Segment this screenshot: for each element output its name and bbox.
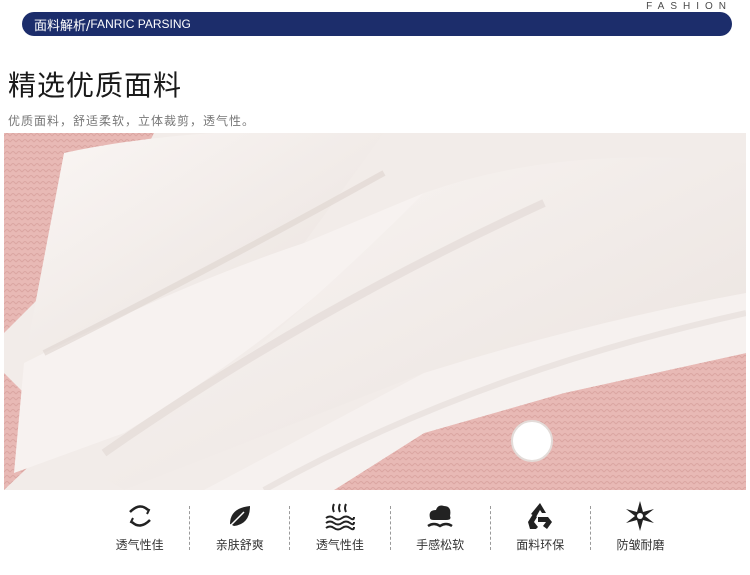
recycle-icon bbox=[528, 503, 553, 529]
star-burst-icon bbox=[626, 501, 655, 531]
wind-swirl-icon bbox=[128, 505, 151, 527]
feature-label: 防皱耐磨 bbox=[616, 538, 665, 552]
steam-waves-icon bbox=[325, 503, 355, 531]
banner-title-en: FANRIC PARSING bbox=[90, 17, 191, 31]
fabric-photo bbox=[4, 133, 746, 490]
feature-label: 手感松软 bbox=[416, 538, 465, 552]
feature-item: 透气性佳 bbox=[90, 500, 189, 553]
page-subtitle: 优质面料，舒适柔软，立体裁剪，透气性。 bbox=[8, 114, 256, 128]
page-title: 精选优质面料 bbox=[8, 69, 183, 102]
leaf-icon bbox=[229, 506, 250, 527]
feature-item: 防皱耐磨 bbox=[591, 500, 690, 553]
cloud-hand-icon bbox=[427, 505, 453, 528]
feature-item: 手感松软 bbox=[391, 500, 490, 553]
feature-label: 亲肤舒爽 bbox=[215, 538, 264, 552]
feature-label: 透气性佳 bbox=[115, 538, 164, 552]
banner-title-cn: 面料解析/ bbox=[34, 18, 91, 34]
feature-list: 透气性佳 亲肤舒爽 透气性佳 手感松软 面料环保 防皱耐磨 bbox=[90, 500, 690, 560]
feature-item: 亲肤舒爽 bbox=[190, 500, 289, 553]
feature-label: 面料环保 bbox=[516, 538, 565, 552]
feature-item: 透气性佳 bbox=[290, 500, 389, 553]
section-banner: 面料解析/ FANRIC PARSING bbox=[22, 12, 732, 36]
feature-item: 面料环保 bbox=[491, 500, 590, 553]
fashion-label: FASHION bbox=[646, 1, 732, 12]
feature-label: 透气性佳 bbox=[315, 538, 364, 552]
